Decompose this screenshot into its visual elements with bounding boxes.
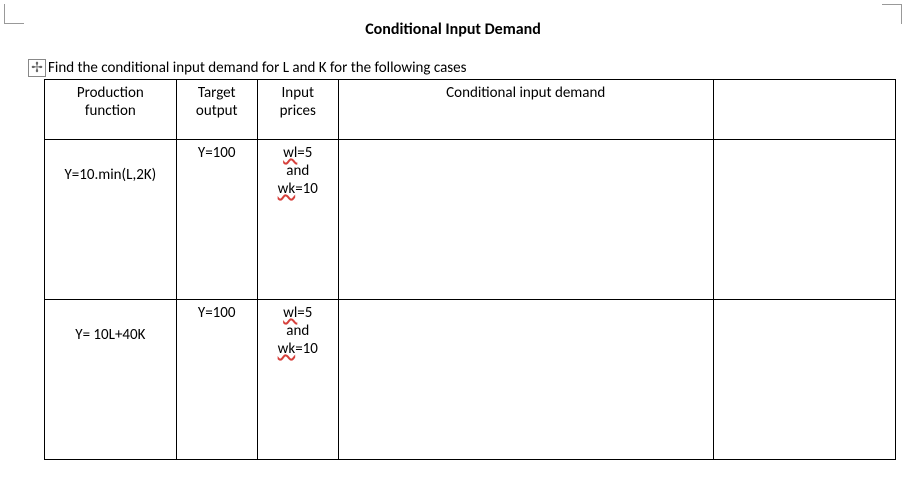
- table-header-row: Production function Target output Input …: [45, 80, 896, 140]
- cell-demand: [338, 140, 713, 300]
- header-demand: Conditional input demand: [338, 80, 713, 140]
- header-target: Target output: [176, 80, 257, 140]
- table-row: Y= 10L+40K Y=100 wl=5 and wk=10: [45, 300, 896, 460]
- header-extra: [713, 80, 895, 140]
- header-production: Production function: [45, 80, 177, 140]
- intro-text: Find the conditional input demand for L …: [48, 59, 466, 77]
- table-anchor-icon[interactable]: ✢: [28, 59, 46, 77]
- cell-production: Y= 10L+40K: [45, 300, 177, 460]
- table-row: Y=10.min(L,2K) Y=100 wl=5 and wk=10: [45, 140, 896, 300]
- crop-mark-top-left: [4, 4, 24, 24]
- cell-target: Y=100: [176, 300, 257, 460]
- demand-table: Production function Target output Input …: [44, 79, 896, 460]
- cell-demand: [338, 300, 713, 460]
- cell-extra: [713, 140, 895, 300]
- cell-prices: wl=5 and wk=10: [257, 300, 338, 460]
- crop-mark-top-right: [882, 4, 902, 24]
- cell-extra: [713, 300, 895, 460]
- cell-target: Y=100: [176, 140, 257, 300]
- page-title: Conditional Input Demand: [28, 20, 878, 39]
- cell-production: Y=10.min(L,2K): [45, 140, 177, 300]
- header-prices: Input prices: [257, 80, 338, 140]
- cell-prices: wl=5 and wk=10: [257, 140, 338, 300]
